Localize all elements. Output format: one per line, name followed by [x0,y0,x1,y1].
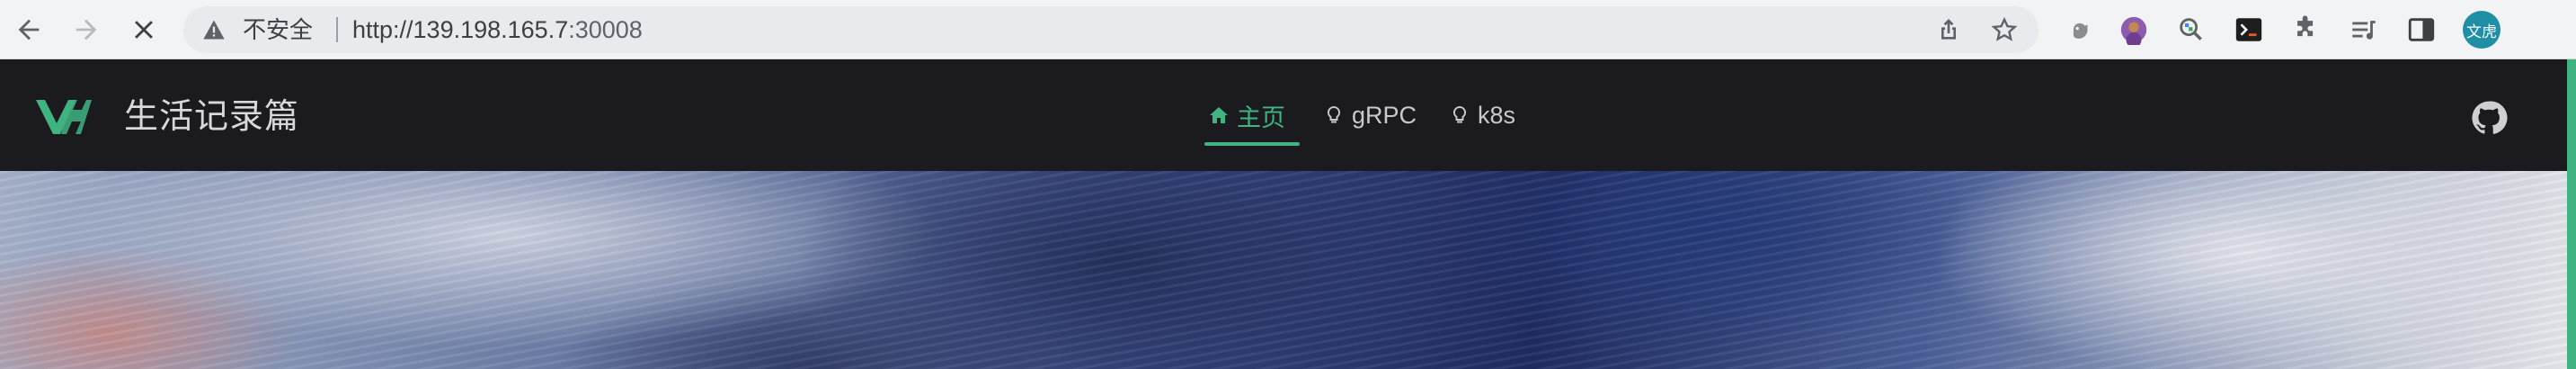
active-nav-indicator [1204,142,1300,146]
nav-item-grpc[interactable]: gRPC [1323,94,1417,137]
nav-item-label: k8s [1478,101,1516,129]
hero-background-image [0,171,2567,369]
close-icon [135,21,153,39]
hero-texture [0,171,2567,369]
nav-item-home[interactable]: 主页 [1208,94,1285,137]
extension-hand-icon[interactable] [2064,14,2096,46]
page-scrollbar[interactable] [2567,59,2576,369]
lightbulb-icon [1323,104,1345,126]
lightbulb-icon [1449,104,1470,126]
nav-item-k8s[interactable]: k8s [1449,94,1515,137]
home-icon [1208,104,1230,126]
profile-avatar[interactable]: 文虎 [2463,11,2500,49]
browser-toolbar: 不安全 http://139.198.165.7:30008 文虎 [0,0,2576,59]
extension-avatar-icon[interactable] [2118,14,2150,46]
extensions-puzzle-icon[interactable] [2290,14,2323,46]
address-bar[interactable]: 不安全 http://139.198.165.7:30008 [183,6,2039,53]
back-arrow-icon [18,19,40,40]
warning-icon[interactable] [201,17,227,42]
security-status-label[interactable]: 不安全 [243,17,313,42]
nav-item-label: gRPC [1352,101,1417,129]
stop-loading-button[interactable] [124,10,164,50]
bookmark-star-icon[interactable] [1990,15,2019,44]
url-host: http://139.198.165.7 [352,16,569,43]
site-logo-icon[interactable] [34,94,93,140]
site-title[interactable]: 生活记录篇 [124,94,299,139]
forward-arrow-icon [76,19,97,40]
search-translate-icon[interactable] [2175,14,2207,46]
nav-item-label: 主页 [1237,104,1285,131]
share-icon[interactable] [1934,15,1963,44]
terminal-icon[interactable] [2233,14,2265,46]
side-panel-icon[interactable] [2405,14,2438,46]
url-text[interactable]: http://139.198.165.7:30008 [352,17,643,42]
url-port: :30008 [568,16,643,43]
scrollbar-thumb[interactable] [2567,59,2576,369]
address-divider [336,17,338,42]
site-header: 生活记录篇 主页 gRPC k8s [0,59,2567,171]
github-icon[interactable] [2470,99,2508,137]
back-button[interactable] [9,10,49,50]
media-control-icon[interactable] [2348,14,2380,46]
forward-button[interactable] [67,10,106,50]
